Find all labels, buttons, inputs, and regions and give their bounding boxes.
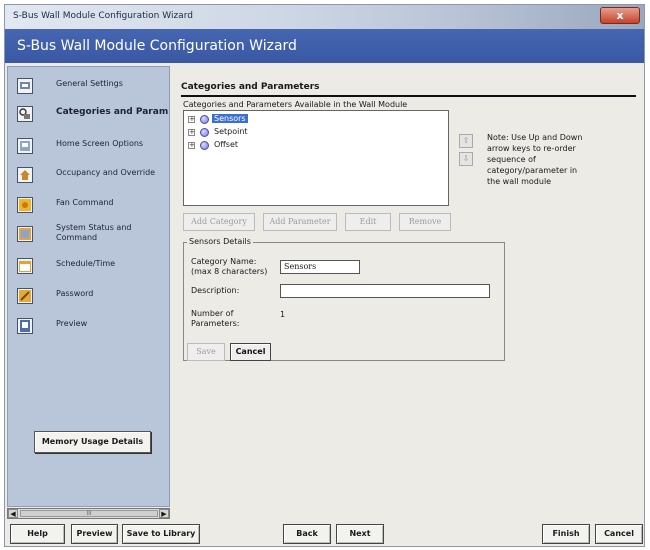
schedule-icon	[17, 258, 33, 274]
sidebar-item-password[interactable]: Password	[8, 285, 169, 311]
memory-usage-details-button[interactable]: Memory Usage Details	[34, 431, 151, 453]
category-node-icon	[200, 115, 209, 124]
sidebar-item-label: Categories and Parameters	[56, 107, 168, 117]
categories-icon	[17, 106, 33, 122]
expand-icon[interactable]: +	[188, 129, 195, 136]
number-of-parameters-label: Number of Parameters:	[191, 309, 240, 328]
tree-item-label: Sensors	[212, 114, 248, 123]
sidebar-item-schedule-time[interactable]: Schedule/Time	[8, 255, 169, 281]
edit-button[interactable]: Edit	[345, 213, 391, 231]
down-arrow-icon: ⇩	[462, 154, 470, 163]
sidebar-item-preview[interactable]: Preview	[8, 315, 169, 341]
preview-button[interactable]: Preview	[71, 524, 118, 544]
sensors-details-group: Sensors Details Category Name: (max 8 ch…	[183, 237, 505, 361]
move-up-button[interactable]: ⇧	[459, 134, 473, 148]
close-icon: x	[616, 9, 624, 22]
add-category-button[interactable]: Add Category	[183, 213, 255, 231]
sidebar-item-occupancy-and-override[interactable]: Occupancy and Override	[8, 164, 169, 190]
sidebar-horizontal-scrollbar[interactable]: ◀ III ▶	[7, 508, 170, 519]
title-bar[interactable]: S-Bus Wall Module Configuration Wizard x	[5, 5, 644, 29]
remove-button[interactable]: Remove	[399, 213, 451, 231]
sidebar-item-label: Occupancy and Override	[56, 168, 156, 177]
home-screen-icon	[17, 138, 33, 154]
group-legend: Sensors Details	[187, 237, 253, 246]
sidebar-item-label: Schedule/Time	[56, 259, 116, 268]
sidebar-item-categories-and-parameters[interactable]: Categories and Parameters	[8, 103, 169, 129]
preview-icon	[17, 318, 33, 334]
sidebar-item-label: General Settings	[56, 79, 123, 88]
section-divider	[181, 95, 636, 97]
next-button[interactable]: Next	[336, 524, 384, 544]
sidebar-item-label: System Status and Command	[56, 223, 132, 242]
number-of-parameters-value: 1	[280, 310, 286, 319]
system-status-icon	[17, 226, 33, 242]
finish-button[interactable]: Finish	[542, 524, 590, 544]
settings-icon	[17, 78, 33, 94]
up-arrow-icon: ⇧	[462, 136, 470, 145]
sidebar-item-fan-command[interactable]: Fan Command	[8, 194, 169, 220]
sidebar-item-label: Home Screen Options	[56, 139, 144, 148]
sidebar-item-label: Password	[56, 289, 94, 298]
category-node-icon	[200, 141, 209, 150]
category-node-icon	[200, 128, 209, 137]
sidebar-item-label: Fan Command	[56, 198, 114, 207]
fan-icon	[17, 197, 33, 213]
categories-tree[interactable]: + Sensors + Setpoint + Offset	[183, 110, 449, 206]
wizard-heading: S-Bus Wall Module Configuration Wizard	[17, 38, 297, 54]
back-button[interactable]: Back	[283, 524, 331, 544]
category-name-input[interactable]: Sensors	[280, 260, 360, 274]
scrollbar-thumb[interactable]: III	[20, 510, 158, 517]
sidebar-item-label: Preview	[56, 319, 88, 328]
sidebar-item-general-settings[interactable]: General Settings	[8, 75, 169, 101]
close-button[interactable]: x	[600, 7, 640, 24]
expand-icon[interactable]: +	[188, 116, 195, 123]
main-panel: Categories and Parameters Categories and…	[172, 66, 636, 519]
window-title: S-Bus Wall Module Configuration Wizard	[13, 11, 193, 21]
expand-icon[interactable]: +	[188, 142, 195, 149]
sidebar: General Settings Categories and Paramete…	[7, 66, 170, 507]
list-caption: Categories and Parameters Available in t…	[183, 100, 408, 109]
category-name-hint: (max 8 characters)	[191, 267, 268, 276]
cancel-button[interactable]: Cancel	[595, 524, 643, 544]
occupancy-icon	[17, 167, 33, 183]
save-button[interactable]: Save	[187, 343, 225, 361]
header-banner: S-Bus Wall Module Configuration Wizard	[5, 29, 644, 63]
reorder-note: Note: Use Up and Down arrow keys to re-o…	[487, 133, 583, 186]
sidebar-item-system-status-and-command[interactable]: System Status and Command	[8, 223, 169, 249]
save-to-library-button[interactable]: Save to Library	[122, 524, 200, 544]
sidebar-item-home-screen-options[interactable]: Home Screen Options	[8, 135, 169, 161]
move-down-button[interactable]: ⇩	[459, 152, 473, 166]
scroll-right-arrow-icon[interactable]: ▶	[159, 509, 169, 518]
tree-item-label: Offset	[214, 140, 239, 149]
description-label: Description:	[191, 286, 240, 295]
description-input[interactable]	[280, 284, 490, 298]
scroll-left-arrow-icon[interactable]: ◀	[8, 509, 18, 518]
add-parameter-button[interactable]: Add Parameter	[263, 213, 337, 231]
cancel-details-button[interactable]: Cancel	[230, 343, 271, 361]
section-title: Categories and Parameters	[181, 82, 320, 92]
category-name-label: Category Name:	[191, 257, 257, 266]
help-button[interactable]: Help	[10, 524, 65, 544]
password-icon	[17, 288, 33, 304]
tree-item-label: Setpoint	[214, 127, 248, 136]
